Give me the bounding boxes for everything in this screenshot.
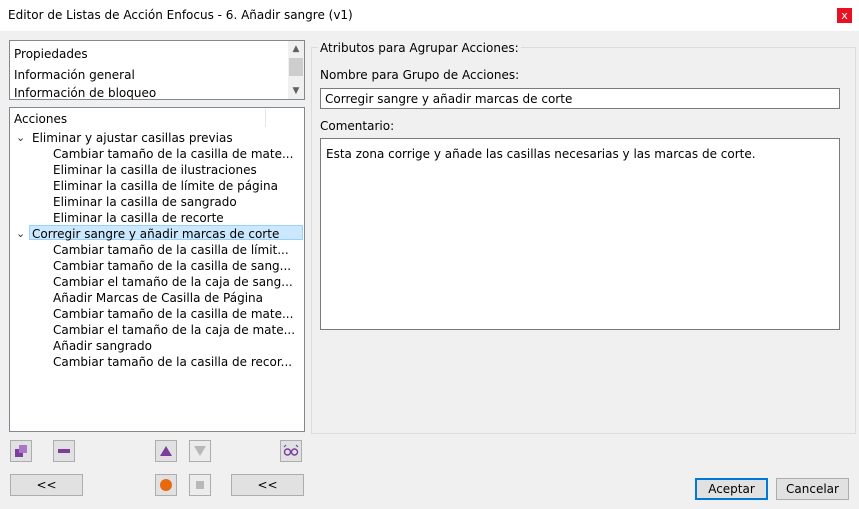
collapse-right-button[interactable]: <<: [231, 474, 304, 496]
tree-item[interactable]: Eliminar la casilla de sangrado: [53, 195, 237, 209]
tree-item[interactable]: Cambiar tamaño de la casilla de mate...: [53, 307, 293, 321]
tree-group-corregir[interactable]: Corregir sangre y añadir marcas de corte: [32, 227, 279, 241]
add-action-icon: [15, 445, 27, 457]
arrow-down-icon: [194, 446, 206, 456]
chevron-down-icon[interactable]: ⌄: [16, 131, 25, 144]
group-attributes-title: Atributos para Agrupar Acciones:: [318, 41, 521, 55]
glasses-icon: [283, 444, 299, 456]
comment-textarea[interactable]: Esta zona corrige y añade las casillas n…: [320, 138, 840, 330]
group-name-input[interactable]: Corregir sangre y añadir marcas de corte: [320, 88, 840, 109]
close-icon: x: [841, 9, 848, 22]
scroll-thumb[interactable]: [289, 58, 303, 76]
collapse-left-button[interactable]: <<: [10, 474, 83, 496]
remove-action-button[interactable]: [53, 440, 75, 462]
arrow-up-icon: [160, 446, 172, 456]
record-button[interactable]: [155, 474, 177, 496]
stop-button[interactable]: [189, 474, 211, 496]
minus-icon: [58, 449, 70, 453]
list-item-propiedades[interactable]: Propiedades: [14, 47, 88, 61]
header-divider: [265, 109, 266, 127]
list-item-informacion-bloqueo[interactable]: Información de bloqueo: [14, 86, 156, 100]
tree-item[interactable]: Cambiar el tamaño de la caja de sang...: [53, 275, 293, 289]
tree-item[interactable]: Cambiar tamaño de la casilla de límit...: [53, 243, 289, 257]
tree-item[interactable]: Eliminar la casilla de límite de página: [53, 179, 278, 193]
list-item-informacion-general[interactable]: Información general: [14, 68, 135, 82]
actions-header: Acciones: [10, 108, 304, 128]
cancel-button[interactable]: Cancelar: [776, 478, 849, 500]
tree-item[interactable]: Cambiar el tamaño de la caja de mate...: [53, 323, 295, 337]
comment-label: Comentario:: [320, 119, 395, 133]
close-button[interactable]: x: [837, 8, 852, 23]
add-action-button[interactable]: [10, 440, 32, 462]
tree-item[interactable]: Cambiar tamaño de la casilla de mate...: [53, 147, 293, 161]
accept-button[interactable]: Aceptar: [695, 478, 768, 500]
properties-scrollbar[interactable]: ▲ ▼: [288, 41, 304, 99]
title-bar: Editor de Listas de Acción Enfocus - 6. …: [0, 0, 859, 31]
move-up-button[interactable]: [155, 440, 177, 462]
record-icon: [160, 479, 172, 491]
tree-item[interactable]: Añadir sangrado: [53, 339, 152, 353]
move-down-button[interactable]: [189, 440, 211, 462]
tree-item[interactable]: Cambiar tamaño de la casilla de sang...: [53, 259, 291, 273]
window-title: Editor de Listas de Acción Enfocus - 6. …: [8, 8, 353, 22]
properties-list[interactable]: Propiedades Información general Informac…: [9, 40, 305, 100]
group-name-label: Nombre para Grupo de Acciones:: [320, 68, 520, 82]
tree-item[interactable]: Añadir Marcas de Casilla de Página: [53, 291, 263, 305]
actions-header-label: Acciones: [14, 112, 68, 126]
tree-item[interactable]: Cambiar tamaño de la casilla de recor...: [53, 355, 292, 369]
scroll-down-icon[interactable]: ▼: [288, 83, 304, 99]
chevron-down-icon[interactable]: ⌄: [16, 227, 25, 240]
inspect-button[interactable]: [280, 440, 302, 462]
scroll-up-icon[interactable]: ▲: [288, 41, 304, 57]
tree-item[interactable]: Eliminar la casilla de recorte: [53, 211, 224, 225]
tree-group-eliminar[interactable]: Eliminar y ajustar casillas previas: [32, 131, 233, 145]
tree-item[interactable]: Eliminar la casilla de ilustraciones: [53, 163, 257, 177]
actions-tree[interactable]: Acciones ⌄ Eliminar y ajustar casillas p…: [9, 107, 305, 432]
stop-icon: [196, 481, 204, 489]
